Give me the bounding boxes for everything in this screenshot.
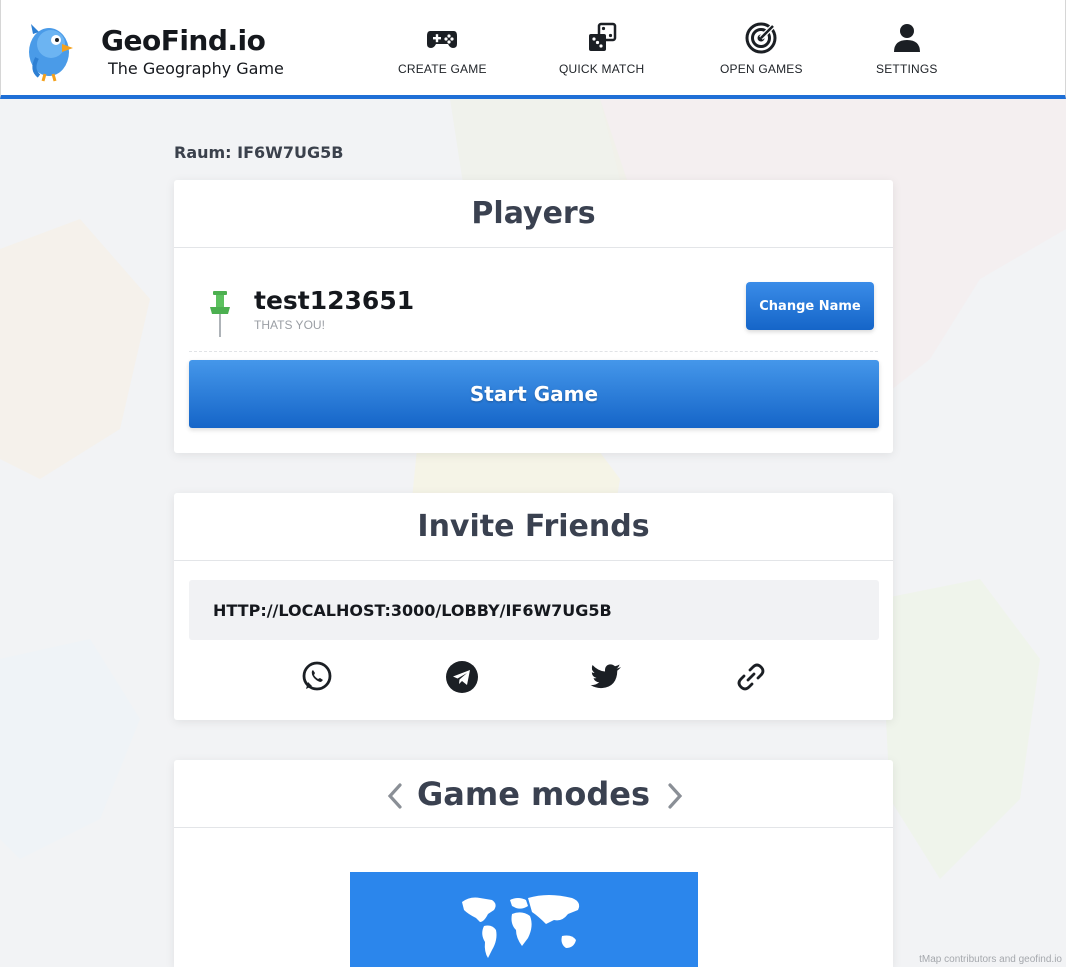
dice-icon <box>588 22 616 51</box>
map-attribution: tMap contributors and geofind.io <box>919 954 1062 965</box>
game-modes-title: Game modes <box>174 760 893 828</box>
nav-quick-match[interactable]: QUICK MATCH <box>559 22 644 76</box>
players-title: Players <box>174 180 893 248</box>
pushpin-icon <box>210 291 230 337</box>
invite-link-field[interactable]: HTTP://LOCALHOST:3000/LOBBY/IF6W7UG5B <box>189 580 879 640</box>
nav-label: SETTINGS <box>876 62 938 76</box>
game-mode-tile[interactable] <box>350 872 698 967</box>
brand-title: GeoFind.io <box>101 24 266 57</box>
link-icon[interactable] <box>734 660 768 694</box>
telegram-icon[interactable] <box>445 660 479 694</box>
world-map-icon <box>462 895 580 958</box>
nav-open-games[interactable]: OPEN GAMES <box>720 22 803 76</box>
whatsapp-icon[interactable] <box>300 660 334 694</box>
nav-label: CREATE GAME <box>398 62 487 76</box>
nav-create-game[interactable]: CREATE GAME <box>398 22 487 76</box>
nav-settings[interactable]: SETTINGS <box>876 22 938 76</box>
invite-card: Invite Friends HTTP://LOCALHOST:3000/LOB… <box>174 493 893 720</box>
start-game-button[interactable]: Start Game <box>189 360 879 428</box>
chevron-left-icon[interactable] <box>384 782 406 810</box>
nav-label: OPEN GAMES <box>720 62 803 76</box>
game-modes-card: Game modes <box>174 760 893 967</box>
brand-subtitle: The Geography Game <box>108 59 284 78</box>
user-icon <box>893 24 920 52</box>
invite-title: Invite Friends <box>174 493 893 561</box>
chevron-right-icon[interactable] <box>664 782 686 810</box>
nav-label: QUICK MATCH <box>559 62 645 76</box>
bird-logo-icon[interactable] <box>25 14 77 82</box>
top-navigation-bar: GeoFind.io The Geography Game CREATE GAM… <box>0 0 1066 99</box>
players-card: Players test123651 THATS YOU! Change Nam… <box>174 180 893 453</box>
player-note: THATS YOU! <box>254 318 325 332</box>
player-row: test123651 THATS YOU! Change Name <box>189 248 878 352</box>
player-name: test123651 <box>254 286 415 315</box>
twitter-icon[interactable] <box>589 660 623 694</box>
room-label: Raum: IF6W7UG5B <box>174 143 344 162</box>
radar-icon <box>745 22 778 54</box>
change-name-button[interactable]: Change Name <box>746 282 874 330</box>
gamepad-icon <box>427 31 458 48</box>
